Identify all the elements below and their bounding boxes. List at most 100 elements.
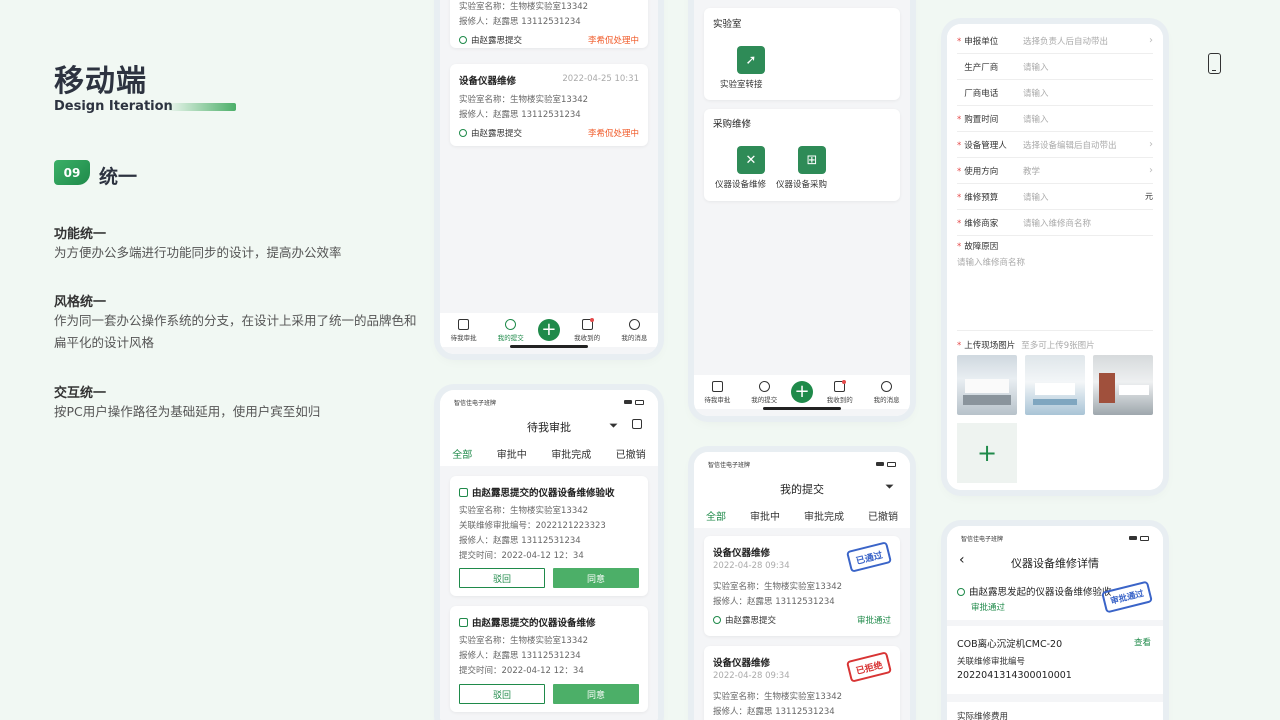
phone-workbench: 实验室 ➚ 实验室转接 采购维修 ✕ 仪器设备维修 ⊞ 仪器设备采购 待我审批 …: [694, 0, 910, 416]
feature-text-interaction: 按PC用户操作路径为基础延用，使用户宾至如归: [54, 404, 321, 419]
tab-messages[interactable]: 我的消息: [867, 380, 907, 404]
title-underline: [166, 103, 236, 111]
segment-revoked[interactable]: 已撤销: [616, 446, 646, 461]
cart-icon[interactable]: ⊞: [798, 146, 826, 174]
reject-button[interactable]: 驳回: [459, 684, 545, 704]
page-title: 移动端: [54, 64, 147, 99]
filter-icon[interactable]: ⏷: [885, 480, 894, 494]
request-card[interactable]: 设备仪器维修 2022-04-25 10:31 实验室名称：生物楼实验室1334…: [450, 64, 648, 146]
tab-my-submissions[interactable]: 我的提交: [491, 318, 531, 342]
bottom-tabbar: 待我审批 我的提交 + 我收到的 我的消息: [694, 375, 910, 409]
phone-my-submissions: 智信佳电子班牌 我的提交 ⏷ 全部 审批中 审批完成 已撤销 设备仪器维修 20…: [694, 452, 910, 720]
filter-icon[interactable]: ⏷: [609, 419, 618, 433]
chevron-right-icon: ›: [1149, 35, 1153, 46]
fault-textarea[interactable]: 请输入维修商名称: [957, 256, 1025, 268]
segment-completed[interactable]: 审批完成: [804, 508, 844, 523]
form-row-purchase-time[interactable]: 购置时间请输入: [957, 106, 1153, 132]
tab-pending-approval[interactable]: 待我审批: [444, 318, 484, 342]
signal-battery-icon: [1129, 535, 1149, 541]
inbox-icon: [711, 380, 723, 392]
segment-revoked[interactable]: 已撤销: [868, 508, 898, 523]
chevron-right-icon: ›: [1149, 165, 1153, 176]
add-photo-button[interactable]: +: [957, 423, 1017, 483]
home-indicator: [763, 407, 841, 410]
calendar-icon: [459, 488, 468, 497]
lab-photo[interactable]: [1025, 355, 1085, 415]
form-row-equipment-manager[interactable]: 设备管理人选择设备编辑后自动带出›: [957, 132, 1153, 158]
home-indicator: [510, 345, 588, 348]
phone-submissions-list: 实验室名称：生物楼实验室13342 报修人：赵露思 13112531234 由赵…: [440, 0, 658, 354]
segment-all[interactable]: 全部: [452, 446, 472, 461]
segment-completed[interactable]: 审批完成: [551, 446, 591, 461]
form-row-unit[interactable]: 申报单位选择负责人后自动带出›: [957, 28, 1153, 54]
form-row-vendor[interactable]: 维修商家请输入维修商名称: [957, 210, 1153, 236]
person-icon: [957, 588, 965, 596]
device-section: COB离心沉淀机CMC-20 查看 关联维修审批编号 2022041314300…: [947, 626, 1163, 694]
mail-icon: [581, 317, 594, 330]
nav-title: 待我审批: [527, 421, 571, 434]
approval-card[interactable]: 由赵露思提交的仪器设备维修 实验室名称：生物楼实验室13342 报修人：赵露思 …: [450, 606, 648, 712]
phone-pending-approval: 智信佳电子班牌 待我审批 ⏷ 全部 审批中 审批完成 已撤销 由赵露思提交的仪器…: [440, 390, 658, 720]
tab-my-submissions[interactable]: 我的提交: [744, 380, 784, 404]
status-text: 审批通过: [856, 616, 891, 626]
nav-title: 仪器设备维修详情: [1011, 557, 1099, 570]
feature-heading-style: 风格统一: [54, 295, 107, 310]
upload-icon: [758, 380, 770, 392]
mobile-device-icon: [1208, 53, 1221, 74]
view-link[interactable]: 查看: [1134, 636, 1151, 648]
lab-section: 实验室 ➚ 实验室转接: [704, 8, 900, 100]
inbox-icon: [458, 318, 470, 330]
submission-card[interactable]: 设备仪器维修 2022-04-28 09:34 实验室名称：生物楼实验室1334…: [704, 536, 900, 636]
segment-in-progress[interactable]: 审批中: [497, 446, 527, 461]
tab-pending-approval[interactable]: 待我审批: [697, 380, 737, 404]
person-icon: [459, 129, 467, 137]
segment-in-progress[interactable]: 审批中: [750, 508, 780, 523]
tab-messages[interactable]: 我的消息: [614, 318, 654, 342]
feature-heading-function: 功能统一: [54, 227, 107, 242]
wrench-icon[interactable]: ✕: [737, 146, 765, 174]
approval-card[interactable]: 由赵露思提交的仪器设备维修验收 实验室名称：生物楼实验室13342 关联维修审批…: [450, 476, 648, 596]
submission-card[interactable]: 设备仪器维修 2022-04-28 09:34 实验室名称：生物楼实验室1334…: [704, 646, 900, 720]
form-row-manufacturer[interactable]: 生产厂商 请输入: [957, 54, 1153, 80]
phone-repair-detail: 智信佳电子班牌 ‹ 仪器设备维修详情 由赵露思发起的仪器设备维修验收 审批通过 …: [947, 526, 1163, 720]
agree-button[interactable]: 同意: [553, 568, 639, 588]
status-text: 审批通过: [971, 603, 1006, 613]
reject-button[interactable]: 驳回: [459, 568, 545, 588]
section-title: 统一: [99, 166, 138, 188]
lab-photo[interactable]: [957, 355, 1017, 415]
segment-tabs: 全部 审批中 审批完成 已撤销: [440, 440, 658, 466]
copy-icon[interactable]: [632, 419, 642, 429]
chat-icon: [628, 318, 640, 330]
segment-all[interactable]: 全部: [706, 508, 726, 523]
page-subtitle: Design Iteration: [54, 99, 173, 114]
mail-icon: [834, 379, 847, 392]
tab-received[interactable]: 我收到的: [820, 379, 860, 404]
chevron-right-icon: ›: [1149, 139, 1153, 150]
add-button[interactable]: +: [790, 381, 813, 403]
add-button[interactable]: +: [537, 319, 560, 341]
tab-received[interactable]: 我收到的: [567, 317, 607, 342]
feature-text-function: 为方便办公多端进行功能同步的设计，提高办公效率: [54, 245, 342, 260]
purchase-section: 采购维修 ✕ 仪器设备维修 ⊞ 仪器设备采购: [704, 109, 900, 201]
lab-photo[interactable]: [1093, 355, 1153, 415]
approved-stamp: 已通过: [845, 541, 893, 573]
form-row-usage[interactable]: 使用方向教学›: [957, 158, 1153, 184]
agree-button[interactable]: 同意: [553, 684, 639, 704]
calendar-icon: [459, 618, 468, 627]
share-icon[interactable]: ➚: [737, 46, 765, 74]
segment-tabs: 全部 审批中 审批完成 已撤销: [694, 502, 910, 528]
nav-title: 我的提交: [780, 483, 824, 496]
form-row-manufacturer-phone[interactable]: 厂商电话 请输入: [957, 80, 1153, 106]
person-icon: [713, 616, 721, 624]
upload-icon: [505, 318, 517, 330]
chat-icon: [881, 380, 893, 392]
request-card[interactable]: 实验室名称：生物楼实验室13342 报修人：赵露思 13112531234 由赵…: [450, 0, 648, 48]
status-text: 李希侃处理中: [587, 36, 639, 46]
phone-repair-form: 申报单位选择负责人后自动带出› 生产厂商请输入 厂商电话请输入 购置时间请输入 …: [947, 24, 1163, 490]
section-number-badge: 09: [54, 160, 90, 185]
person-icon: [459, 36, 467, 44]
rejected-stamp: 已拒绝: [845, 651, 893, 683]
form-row-budget[interactable]: 维修预算请输入元: [957, 184, 1153, 210]
bottom-tabbar: 待我审批 我的提交 + 我收到的 我的消息: [440, 313, 658, 347]
feature-text-style: 作为同一套办公操作系统的分支，在设计上采用了统一的品牌色和扁平化的设计风格: [54, 313, 417, 350]
